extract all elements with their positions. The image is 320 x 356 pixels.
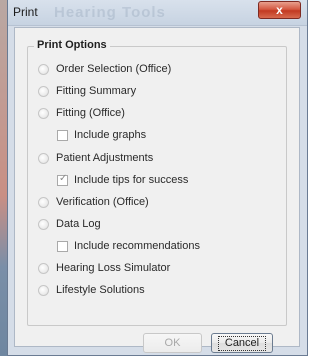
group-label: Print Options: [34, 39, 110, 51]
cancel-button[interactable]: Cancel: [211, 333, 273, 353]
radio-verification-office[interactable]: Verification (Office): [38, 196, 149, 208]
option-label: Data Log: [56, 218, 101, 230]
radio-button-icon: [38, 284, 49, 296]
title-bar[interactable]: Print Hearing Tools x: [8, 0, 307, 26]
checkbox-icon: [57, 129, 68, 141]
radio-data-log[interactable]: Data Log: [38, 218, 101, 230]
radio-patient-adjustments[interactable]: Patient Adjustments: [38, 152, 153, 164]
checkbox-include-tips[interactable]: Include tips for success: [57, 173, 189, 186]
radio-button-icon: [38, 63, 49, 75]
checkmark-icon: [57, 173, 68, 186]
radio-button-icon: [38, 262, 49, 274]
option-label: Order Selection (Office): [56, 63, 172, 75]
option-label: Patient Adjustments: [56, 152, 154, 164]
option-label: Verification (Office): [56, 196, 149, 208]
radio-button-icon: [38, 152, 49, 164]
option-label: Include graphs: [74, 129, 147, 141]
close-icon: x: [276, 3, 283, 17]
option-label: Fitting Summary: [56, 85, 137, 97]
radio-fitting-office[interactable]: Fitting (Office): [38, 107, 125, 119]
cancel-label: Cancel: [217, 335, 267, 351]
option-label: Lifestyle Solutions: [56, 284, 145, 296]
radio-button-icon: [38, 107, 49, 119]
option-label: Include recommendations: [74, 240, 200, 252]
dialog-body: Print Options Order Selection (Office) F…: [14, 27, 300, 353]
radio-button-icon: [38, 196, 49, 208]
radio-button-icon: [38, 85, 49, 97]
ok-label: OK: [164, 337, 181, 349]
window-title: Print: [13, 5, 38, 19]
ok-button[interactable]: OK: [143, 333, 202, 353]
close-button[interactable]: x: [258, 1, 301, 19]
print-options-group: Print Options Order Selection (Office) F…: [27, 39, 287, 326]
checkbox-include-graphs[interactable]: Include graphs: [57, 129, 146, 141]
option-label: Include tips for success: [74, 174, 189, 186]
ghost-app-title: Hearing Tools: [54, 4, 166, 21]
radio-hearing-loss-simulator[interactable]: Hearing Loss Simulator: [38, 262, 170, 274]
radio-button-icon: [38, 218, 49, 230]
radio-order-selection[interactable]: Order Selection (Office): [38, 63, 171, 75]
checkbox-include-recommendations[interactable]: Include recommendations: [57, 240, 200, 252]
radio-lifestyle-solutions[interactable]: Lifestyle Solutions: [38, 284, 145, 296]
print-dialog: Print Hearing Tools x Print Options Orde…: [7, 0, 308, 356]
option-label: Fitting (Office): [56, 107, 125, 119]
option-label: Hearing Loss Simulator: [56, 262, 171, 274]
radio-fitting-summary[interactable]: Fitting Summary: [38, 85, 136, 97]
checkbox-icon: [57, 240, 68, 252]
